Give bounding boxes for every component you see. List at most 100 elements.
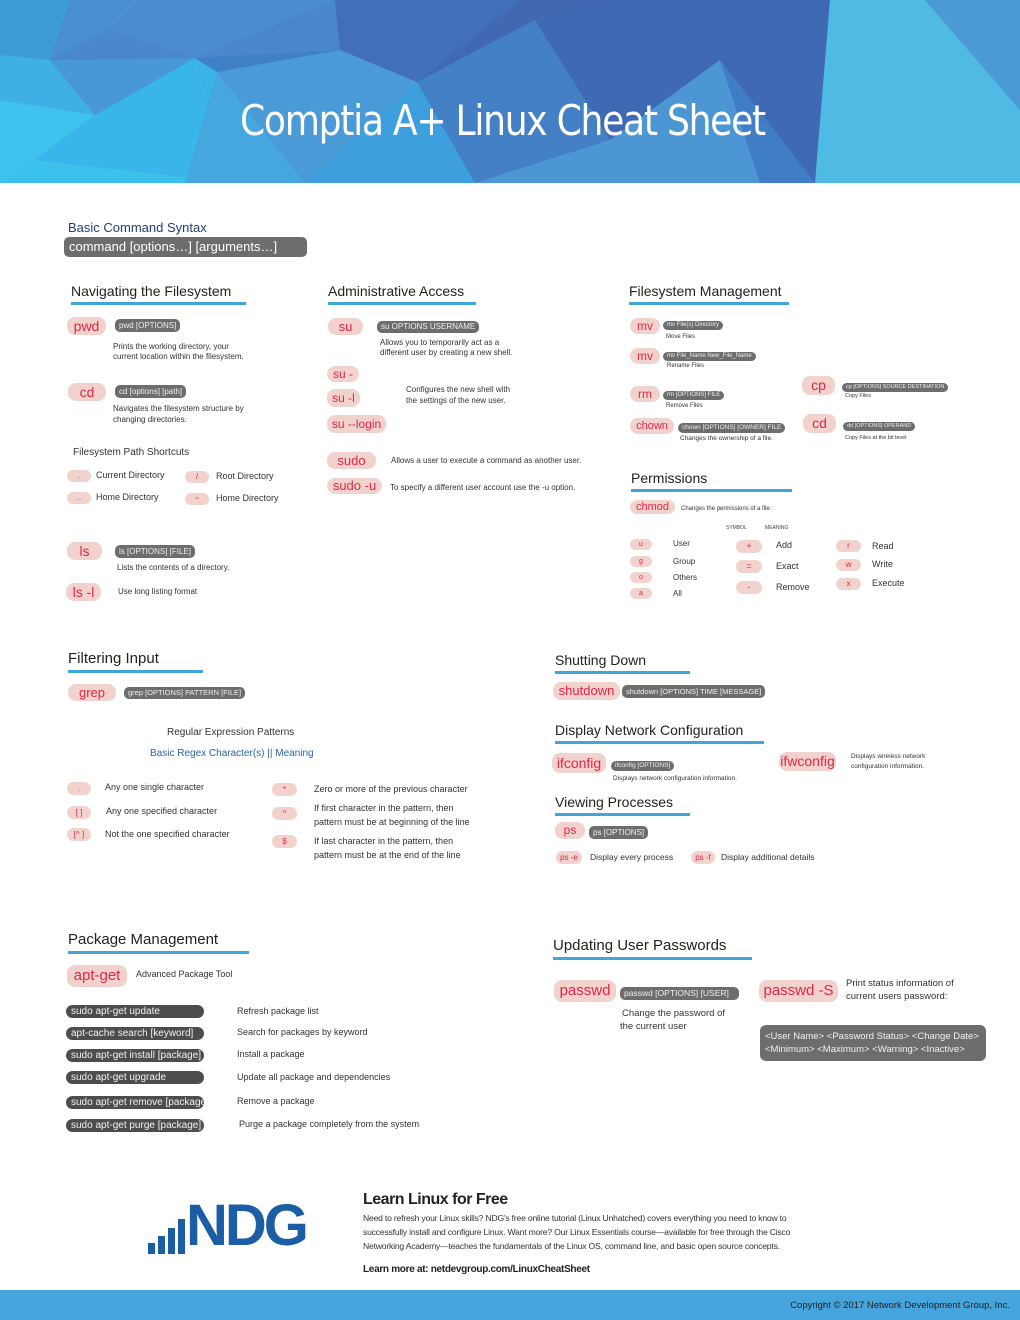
syntax-passwd: passwd [OPTIONS] [USER] xyxy=(620,987,739,1000)
shortcut-symbol: . xyxy=(67,470,91,482)
section-title-passwords: Updating User Passwords xyxy=(553,937,752,960)
apt-desc: Update all package and dependencies xyxy=(237,1072,391,1082)
ndg-logo: NDG xyxy=(148,1195,336,1257)
desc-su-variants-1: Configures the new shell with xyxy=(406,385,511,394)
syntax-dd: dd [OPTIONS] OPERAND xyxy=(843,422,916,431)
apt-command: sudo apt-get upgrade xyxy=(66,1071,204,1084)
desc-mv: Move Files xyxy=(666,334,696,340)
cmd-ps: ps xyxy=(555,822,585,839)
regex-meaning: Not the one specified character xyxy=(105,829,230,839)
section-title-processes: Viewing Processes xyxy=(555,794,690,816)
perm-who-label: All xyxy=(673,589,682,598)
section-title-text: Viewing Processes xyxy=(555,794,674,810)
shortcut-label: Home Directory xyxy=(216,493,279,503)
cmd-chown: chown xyxy=(630,418,674,434)
regex-symbol: * xyxy=(272,783,297,796)
cmd-sudo: sudo xyxy=(327,452,376,469)
regex-symbol: ^ xyxy=(272,807,297,820)
desc-cd-2: changing directories. xyxy=(113,415,187,424)
desc-ls-l: Use long listing format xyxy=(118,587,198,596)
polygon-background xyxy=(0,0,1020,183)
desc-passwd-s-2: current users password: xyxy=(846,991,948,1002)
section-title-text: Filtering Input xyxy=(68,650,159,667)
desc-passwd-s-1: Print status information of xyxy=(846,978,954,989)
section-underline xyxy=(71,302,246,305)
regex-symbol: $ xyxy=(272,835,297,848)
desc-chown: Changes the ownership of a file. xyxy=(680,435,773,442)
status-format-line-1: <User Name> <Password Status> <Change Da… xyxy=(765,1031,979,1042)
syntax-shutdown: shutdown [OPTIONS] TIME [MESSAGE] xyxy=(622,685,766,698)
regex-meaning-cont: pattern must be at the end of the line xyxy=(314,850,461,860)
desc-passwd-2: the current user xyxy=(620,1021,687,1032)
section-title-shutdown: Shutting Down xyxy=(555,652,690,674)
section-title-navigating: Navigating the Filesystem xyxy=(71,283,246,305)
section-underline xyxy=(553,957,752,960)
desc-ps-e: Display every process xyxy=(590,852,674,862)
section-underline xyxy=(555,671,690,674)
regex-meaning: Any one specified character xyxy=(106,806,218,816)
perm-op-label: Exact xyxy=(776,561,799,571)
perm-op-label: Remove xyxy=(776,582,810,592)
cmd-ps-f: ps -f xyxy=(691,851,715,864)
regex-subtitle: Basic Regex Character(s) || Meaning xyxy=(150,748,314,759)
section-title-admin: Administrative Access xyxy=(328,283,476,305)
apt-desc: Remove a package xyxy=(237,1096,315,1106)
cmd-su-dash: su - xyxy=(327,366,359,382)
section-title-network: Display Network Configuration xyxy=(555,722,764,744)
cmd-ps-e: ps -e xyxy=(556,851,582,864)
regex-symbol: [ ] xyxy=(67,806,91,819)
cmd-sudo-u: sudo -u xyxy=(327,478,382,494)
perm-bit-symbol: r xyxy=(836,540,861,552)
apt-desc: Refresh package list xyxy=(237,1006,319,1016)
desc-su-2: different user by creating a new shell. xyxy=(380,348,513,357)
section-title-packages: Package Management xyxy=(68,931,249,954)
promo-link[interactable]: Learn more at: netdevgroup.com/LinuxChea… xyxy=(363,1264,590,1275)
perm-bit-label: Execute xyxy=(872,578,905,588)
section-underline xyxy=(555,741,764,744)
apt-command: sudo apt-get update xyxy=(66,1005,204,1018)
promo-title: Learn Linux for Free xyxy=(363,1191,508,1208)
section-title-text: Filesystem Management xyxy=(629,283,782,299)
perm-who-label: Others xyxy=(673,573,698,582)
apt-command: apt-cache search [keyword] xyxy=(66,1027,204,1040)
page-title: Comptia A+ Linux Cheat Sheet xyxy=(240,96,766,145)
desc-chmod: Changes the permissions of a file. xyxy=(681,506,772,512)
cmd-grep: grep xyxy=(68,684,116,701)
desc-passwd-1: Change the password of xyxy=(622,1008,725,1019)
cmd-ls-l: ls -l xyxy=(66,583,101,601)
syntax-pwd: pwd [OPTIONS] xyxy=(115,319,181,332)
section-title-text: Permissions xyxy=(631,470,708,486)
desc-rm: Remove Files xyxy=(666,403,703,409)
apt-command: sudo apt-get purge [package] xyxy=(66,1119,204,1132)
regex-meaning: If first character in the pattern, then xyxy=(314,803,454,813)
perm-bit-symbol: x xyxy=(836,578,861,590)
cmd-ifconfig: ifconfig xyxy=(552,753,606,773)
desc-dd: Copy Files at the bit level xyxy=(845,435,907,441)
perm-who-symbol: g xyxy=(630,556,652,567)
syntax-su: su OPTIONS USERNAME xyxy=(377,321,480,333)
perm-who-symbol: o xyxy=(630,572,652,583)
section-underline xyxy=(68,670,203,673)
cmd-rm: rm xyxy=(630,386,660,402)
section-title-text: Package Management xyxy=(68,931,219,948)
desc-sudo-u: To specify a different user account use … xyxy=(390,483,576,492)
section-title-fsmgmt: Filesystem Management xyxy=(629,283,789,305)
cmd-ls: ls xyxy=(67,542,102,560)
desc-mv-rename: Rename Files xyxy=(667,363,705,369)
apt-command: sudo apt-get remove [package] xyxy=(66,1096,209,1109)
cmd-su-login: su --login xyxy=(327,415,386,433)
shortcut-label: Home Directory xyxy=(96,492,159,502)
status-format-line-2: <Minimum> <Maximum> <Warning> <Inactive> xyxy=(765,1044,965,1055)
cmd-cd: cd xyxy=(68,383,106,401)
syntax-ls: ls [OPTIONS] [FILE] xyxy=(115,545,196,558)
cmd-passwd: passwd xyxy=(554,980,616,1002)
regex-symbol: . xyxy=(67,782,91,795)
section-underline xyxy=(68,951,249,954)
desc-pwd-2: current location within the filesystem. xyxy=(113,352,244,361)
shortcut-symbol: .. xyxy=(67,492,91,504)
promo-body-3: Networking Academy—teaches the fundament… xyxy=(363,1241,780,1251)
ndg-logo-text: NDG xyxy=(186,1193,309,1258)
regex-meaning-cont: pattern must be at beginning of the line xyxy=(314,817,470,827)
syntax-ifconfig: ifconfig [OPTIONS] xyxy=(611,761,675,771)
syntax-mv: mv File(s) Directory xyxy=(663,321,723,330)
